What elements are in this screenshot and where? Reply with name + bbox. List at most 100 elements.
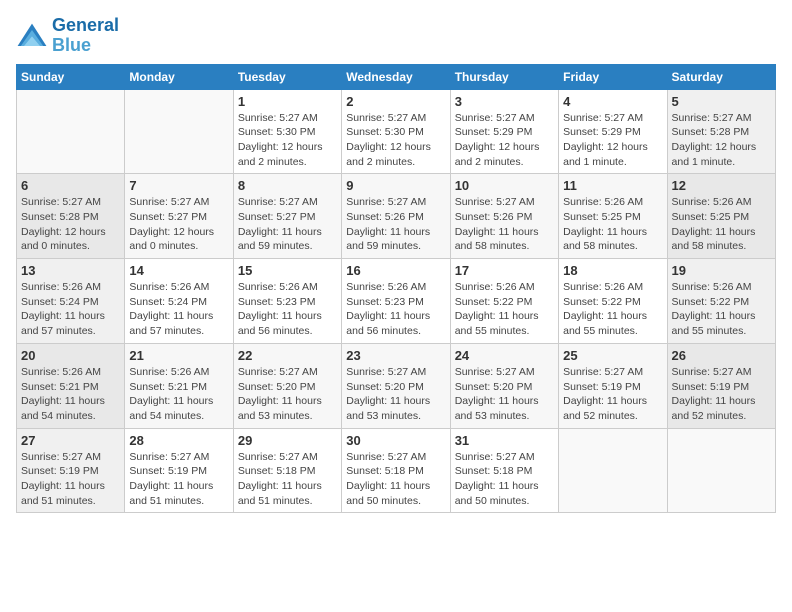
calendar-cell: 7Sunrise: 5:27 AM Sunset: 5:27 PM Daylig… xyxy=(125,174,233,259)
day-info: Sunrise: 5:26 AM Sunset: 5:22 PM Dayligh… xyxy=(563,280,662,339)
day-number: 8 xyxy=(238,178,337,193)
logo-text: GeneralBlue xyxy=(52,16,119,56)
day-info: Sunrise: 5:27 AM Sunset: 5:20 PM Dayligh… xyxy=(455,365,554,424)
weekday-header: Saturday xyxy=(667,64,775,89)
day-number: 20 xyxy=(21,348,120,363)
page-header: GeneralBlue xyxy=(16,16,776,56)
calendar-week-row: 13 Sunrise: 5:26 AM Sunset: 5:24 PM Dayli… xyxy=(17,259,776,344)
day-number: 16 xyxy=(346,263,445,278)
day-number: 25 xyxy=(563,348,662,363)
calendar-cell xyxy=(559,428,667,513)
day-number: 29 xyxy=(238,433,337,448)
day-number: 21 xyxy=(129,348,228,363)
day-number: 18 xyxy=(563,263,662,278)
day-number: 2 xyxy=(346,94,445,109)
calendar-week-row: 6 Sunrise: 5:27 AM Sunset: 5:28 PM Daylig… xyxy=(17,174,776,259)
day-info: Sunrise: 5:27 AM Sunset: 5:30 PM Dayligh… xyxy=(346,111,445,170)
day-info: Sunrise: 5:26 AM Sunset: 5:22 PM Dayligh… xyxy=(455,280,554,339)
calendar-cell: 23Sunrise: 5:27 AM Sunset: 5:20 PM Dayli… xyxy=(342,343,450,428)
calendar-cell: 20 Sunrise: 5:26 AM Sunset: 5:21 PM Dayli… xyxy=(17,343,125,428)
day-info: Sunrise: 5:27 AM Sunset: 5:20 PM Dayligh… xyxy=(346,365,445,424)
day-number: 12 xyxy=(672,178,771,193)
calendar-cell: 26 Sunrise: 5:27 AM Sunset: 5:19 PM Dayli… xyxy=(667,343,775,428)
day-number: 5 xyxy=(672,94,771,109)
weekday-header: Wednesday xyxy=(342,64,450,89)
day-info: Sunrise: 5:27 AM Sunset: 5:29 PM Dayligh… xyxy=(455,111,554,170)
day-info: Sunrise: 5:27 AM Sunset: 5:29 PM Dayligh… xyxy=(563,111,662,170)
day-number: 9 xyxy=(346,178,445,193)
day-info: Sunrise: 5:27 AM Sunset: 5:28 PM Dayligh… xyxy=(21,195,120,254)
day-info: Sunrise: 5:26 AM Sunset: 5:21 PM Dayligh… xyxy=(21,365,120,424)
day-info: Sunrise: 5:26 AM Sunset: 5:25 PM Dayligh… xyxy=(563,195,662,254)
day-info: Sunrise: 5:26 AM Sunset: 5:24 PM Dayligh… xyxy=(129,280,228,339)
calendar-cell xyxy=(17,89,125,174)
weekday-header: Tuesday xyxy=(233,64,341,89)
calendar-cell: 2 Sunrise: 5:27 AM Sunset: 5:30 PM Daylig… xyxy=(342,89,450,174)
calendar-cell: 13 Sunrise: 5:26 AM Sunset: 5:24 PM Dayli… xyxy=(17,259,125,344)
day-number: 6 xyxy=(21,178,120,193)
day-info: Sunrise: 5:27 AM Sunset: 5:18 PM Dayligh… xyxy=(455,450,554,509)
day-info: Sunrise: 5:27 AM Sunset: 5:26 PM Dayligh… xyxy=(346,195,445,254)
calendar-cell: 15Sunrise: 5:26 AM Sunset: 5:23 PM Dayli… xyxy=(233,259,341,344)
calendar-cell: 1Sunrise: 5:27 AM Sunset: 5:30 PM Daylig… xyxy=(233,89,341,174)
calendar-cell: 5 Sunrise: 5:27 AM Sunset: 5:28 PM Daylig… xyxy=(667,89,775,174)
day-info: Sunrise: 5:27 AM Sunset: 5:30 PM Dayligh… xyxy=(238,111,337,170)
day-number: 4 xyxy=(563,94,662,109)
day-number: 13 xyxy=(21,263,120,278)
calendar-cell: 19Sunrise: 5:26 AM Sunset: 5:22 PM Dayli… xyxy=(667,259,775,344)
calendar-table: SundayMondayTuesdayWednesdayThursdayFrid… xyxy=(16,64,776,514)
calendar-cell: 25 Sunrise: 5:27 AM Sunset: 5:19 PM Dayli… xyxy=(559,343,667,428)
calendar-cell: 11 Sunrise: 5:26 AM Sunset: 5:25 PM Dayli… xyxy=(559,174,667,259)
calendar-cell: 27 Sunrise: 5:27 AM Sunset: 5:19 PM Dayli… xyxy=(17,428,125,513)
calendar-week-row: 1Sunrise: 5:27 AM Sunset: 5:30 PM Daylig… xyxy=(17,89,776,174)
day-info: Sunrise: 5:27 AM Sunset: 5:19 PM Dayligh… xyxy=(563,365,662,424)
day-info: Sunrise: 5:27 AM Sunset: 5:18 PM Dayligh… xyxy=(238,450,337,509)
calendar-week-row: 27 Sunrise: 5:27 AM Sunset: 5:19 PM Dayli… xyxy=(17,428,776,513)
calendar-cell: 31 Sunrise: 5:27 AM Sunset: 5:18 PM Dayli… xyxy=(450,428,558,513)
day-number: 30 xyxy=(346,433,445,448)
weekday-header: Monday xyxy=(125,64,233,89)
calendar-cell xyxy=(667,428,775,513)
calendar-cell: 22 Sunrise: 5:27 AM Sunset: 5:20 PM Dayli… xyxy=(233,343,341,428)
day-number: 11 xyxy=(563,178,662,193)
calendar-cell: 30Sunrise: 5:27 AM Sunset: 5:18 PM Dayli… xyxy=(342,428,450,513)
day-number: 19 xyxy=(672,263,771,278)
weekday-header: Friday xyxy=(559,64,667,89)
calendar-cell: 29 Sunrise: 5:27 AM Sunset: 5:18 PM Dayli… xyxy=(233,428,341,513)
day-info: Sunrise: 5:27 AM Sunset: 5:19 PM Dayligh… xyxy=(21,450,120,509)
weekday-header: Thursday xyxy=(450,64,558,89)
day-info: Sunrise: 5:26 AM Sunset: 5:21 PM Dayligh… xyxy=(129,365,228,424)
day-info: Sunrise: 5:27 AM Sunset: 5:27 PM Dayligh… xyxy=(129,195,228,254)
day-info: Sunrise: 5:27 AM Sunset: 5:19 PM Dayligh… xyxy=(129,450,228,509)
calendar-cell: 3 Sunrise: 5:27 AM Sunset: 5:29 PM Daylig… xyxy=(450,89,558,174)
logo: GeneralBlue xyxy=(16,16,119,56)
day-number: 17 xyxy=(455,263,554,278)
calendar-cell: 14 Sunrise: 5:26 AM Sunset: 5:24 PM Dayli… xyxy=(125,259,233,344)
day-number: 28 xyxy=(129,433,228,448)
day-info: Sunrise: 5:27 AM Sunset: 5:20 PM Dayligh… xyxy=(238,365,337,424)
day-number: 22 xyxy=(238,348,337,363)
calendar-header-row: SundayMondayTuesdayWednesdayThursdayFrid… xyxy=(17,64,776,89)
calendar-cell: 21 Sunrise: 5:26 AM Sunset: 5:21 PM Dayli… xyxy=(125,343,233,428)
calendar-cell: 17 Sunrise: 5:26 AM Sunset: 5:22 PM Dayli… xyxy=(450,259,558,344)
day-number: 31 xyxy=(455,433,554,448)
calendar-cell: 6 Sunrise: 5:27 AM Sunset: 5:28 PM Daylig… xyxy=(17,174,125,259)
day-number: 15 xyxy=(238,263,337,278)
day-number: 27 xyxy=(21,433,120,448)
calendar-cell: 16 Sunrise: 5:26 AM Sunset: 5:23 PM Dayli… xyxy=(342,259,450,344)
day-number: 26 xyxy=(672,348,771,363)
day-number: 14 xyxy=(129,263,228,278)
calendar-cell: 28 Sunrise: 5:27 AM Sunset: 5:19 PM Dayli… xyxy=(125,428,233,513)
day-info: Sunrise: 5:27 AM Sunset: 5:28 PM Dayligh… xyxy=(672,111,771,170)
day-info: Sunrise: 5:27 AM Sunset: 5:27 PM Dayligh… xyxy=(238,195,337,254)
calendar-cell: 18 Sunrise: 5:26 AM Sunset: 5:22 PM Dayli… xyxy=(559,259,667,344)
day-info: Sunrise: 5:27 AM Sunset: 5:19 PM Dayligh… xyxy=(672,365,771,424)
weekday-header: Sunday xyxy=(17,64,125,89)
day-info: Sunrise: 5:26 AM Sunset: 5:23 PM Dayligh… xyxy=(346,280,445,339)
day-info: Sunrise: 5:26 AM Sunset: 5:25 PM Dayligh… xyxy=(672,195,771,254)
calendar-cell: 12 Sunrise: 5:26 AM Sunset: 5:25 PM Dayli… xyxy=(667,174,775,259)
calendar-cell: 8 Sunrise: 5:27 AM Sunset: 5:27 PM Daylig… xyxy=(233,174,341,259)
calendar-cell: 4 Sunrise: 5:27 AM Sunset: 5:29 PM Daylig… xyxy=(559,89,667,174)
day-info: Sunrise: 5:26 AM Sunset: 5:24 PM Dayligh… xyxy=(21,280,120,339)
day-number: 3 xyxy=(455,94,554,109)
